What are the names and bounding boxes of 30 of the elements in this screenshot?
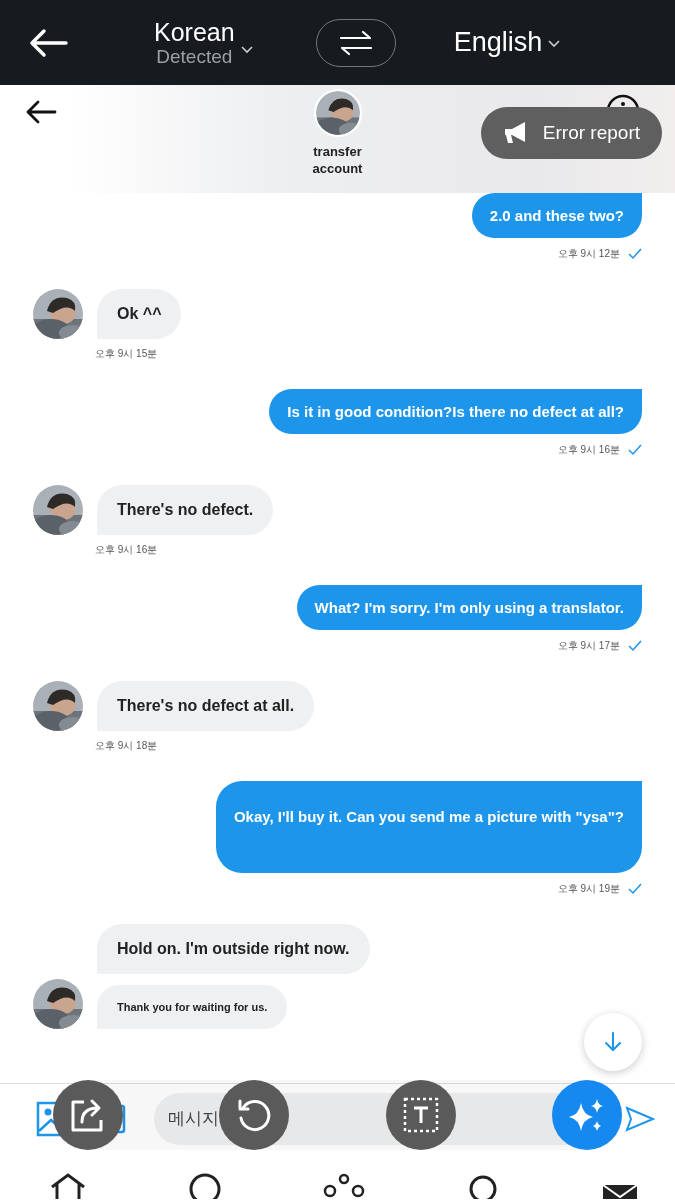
text-box-icon xyxy=(401,1096,440,1134)
contact-name: transfer account xyxy=(311,143,364,177)
timestamp: 오후 9시 16분 xyxy=(95,543,159,557)
scroll-down-button[interactable] xyxy=(584,1013,642,1071)
back-arrow-icon[interactable] xyxy=(25,99,57,125)
sent-message: 2.0 and these two? xyxy=(471,193,642,238)
target-language-selector[interactable]: English xyxy=(453,27,562,58)
timestamp: 오후 9시 16분 xyxy=(557,443,620,457)
source-language-selector[interactable]: Korean Detected xyxy=(154,17,254,68)
timestamp: 오후 9시 18분 xyxy=(95,739,159,753)
arrow-down-icon xyxy=(603,1031,623,1053)
timestamp: 오후 9시 12분 xyxy=(557,247,620,261)
timestamp: 오후 9시 19분 xyxy=(557,882,620,896)
back-arrow-icon[interactable] xyxy=(28,27,68,58)
source-language: Korean xyxy=(154,17,235,46)
timestamp: 오후 9시 17분 xyxy=(557,639,620,653)
sent-message: What? I'm sorry. I'm only using a translator. xyxy=(296,585,642,630)
error-report-tooltip[interactable]: Error report xyxy=(480,107,662,159)
sent-message: Is it in good condition?Is there no defect at all? xyxy=(269,389,642,434)
received-message: There's no defect at all. xyxy=(97,681,315,731)
timestamp: 오후 9시 15분 xyxy=(95,347,159,361)
received-message: Hold on. I'm outside right now. xyxy=(97,924,370,974)
swap-arrows-icon xyxy=(338,29,373,56)
share-button[interactable] xyxy=(53,1080,123,1150)
received-message: Thank you for waiting for us. xyxy=(97,985,288,1029)
received-message: Ok ^^ xyxy=(97,289,182,339)
sent-message: Okay, I'll buy it. Can you send me a picture with "ysa"? xyxy=(215,781,642,873)
detected-label: Detected xyxy=(156,45,233,68)
send-icon[interactable] xyxy=(625,1106,655,1132)
received-message: There's no defect. xyxy=(97,485,274,535)
